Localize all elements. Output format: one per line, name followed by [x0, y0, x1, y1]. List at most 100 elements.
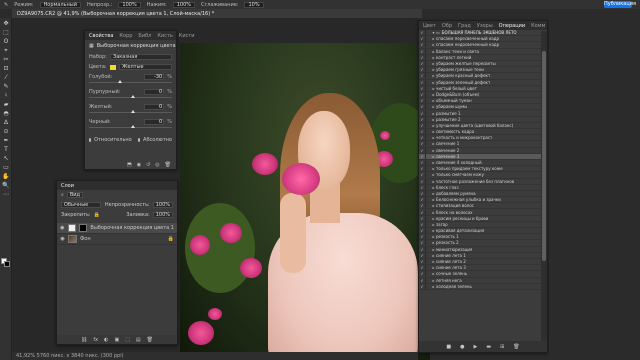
lasso-tool-icon[interactable]: ʘ	[2, 38, 10, 45]
history-brush-icon[interactable]: ◓	[2, 110, 10, 117]
eraser-tool-icon[interactable]: ∆	[2, 119, 10, 126]
opacity-field[interactable]: 100%	[152, 202, 173, 208]
smooth-field[interactable]: 10%	[244, 1, 264, 8]
mask-icon[interactable]: ◐	[104, 337, 108, 343]
color-slider[interactable]	[89, 110, 172, 113]
view-previous-icon[interactable]: ◉	[137, 162, 141, 168]
marquee-tool-icon[interactable]: ⬚	[2, 29, 10, 36]
color-slider[interactable]	[89, 95, 172, 98]
eyedropper-tool-icon[interactable]: ⁄	[2, 74, 10, 81]
color-slider[interactable]	[89, 80, 172, 83]
action-name: сияние лета 1	[436, 252, 466, 258]
visibility-icon[interactable]: ◎	[155, 162, 159, 168]
action-name: свечение 2	[436, 147, 460, 153]
slider-knob[interactable]	[118, 80, 123, 83]
pen-tool-icon[interactable]: T	[2, 146, 10, 153]
layer-row[interactable]: ◉ Фон 🔒	[57, 234, 177, 245]
zoom-tool-icon[interactable]: ⋯	[2, 191, 10, 198]
slider-label: Желтый:	[89, 104, 113, 110]
slider-value-field[interactable]: 0	[144, 104, 165, 110]
reset-icon[interactable]: ↺	[146, 162, 150, 168]
rectangle-tool-icon[interactable]: ✋	[2, 173, 10, 180]
record-icon[interactable]: ●	[460, 344, 464, 350]
mask-thumbnail[interactable]	[78, 224, 88, 232]
brush-tool-icon[interactable]: ♮	[2, 92, 10, 99]
new-action-icon[interactable]: ⊞	[500, 344, 504, 350]
tab-1[interactable]: Обр	[442, 23, 452, 29]
frame-tool-icon[interactable]: ⊡	[2, 65, 10, 72]
photo-canvas[interactable]	[180, 43, 430, 360]
slider-value-field[interactable]: 0	[144, 119, 165, 125]
tab-3[interactable]: Узоры	[477, 23, 493, 29]
link-icon[interactable]: ⛓	[81, 337, 87, 343]
clip-icon[interactable]: ⬒	[127, 162, 132, 168]
eye-icon[interactable]: ◉	[60, 236, 65, 242]
play-icon[interactable]: ▶	[473, 344, 477, 350]
flow-field[interactable]: 100%	[172, 1, 196, 8]
slider-knob[interactable]	[130, 95, 135, 98]
relative-radio[interactable]	[89, 138, 92, 142]
tab-corrections[interactable]: Корр	[119, 33, 132, 39]
slider-knob[interactable]	[130, 125, 135, 128]
color-slider[interactable]	[89, 125, 172, 128]
move-tool-icon[interactable]: ✥	[2, 20, 10, 27]
tab-libraries[interactable]: Библ	[138, 33, 151, 39]
relative-label: Относительно	[94, 137, 132, 143]
slider-value-field[interactable]: 0	[144, 89, 165, 95]
layer-row[interactable]: ◉ Выборочная коррекция цвета 1	[57, 223, 177, 234]
mode-select[interactable]: Нормальный	[39, 1, 81, 8]
share-button[interactable]: Публикация	[604, 1, 636, 8]
trash-icon[interactable]: 🗑	[165, 162, 171, 168]
actions-scrollbar[interactable]	[541, 31, 547, 341]
background-color-swatch[interactable]	[4, 261, 10, 267]
lock-icon[interactable]: 🔒	[94, 212, 100, 218]
dodge-tool-icon[interactable]: ✒	[2, 137, 10, 144]
healing-brush-icon[interactable]: ✎	[2, 83, 10, 90]
new-layer-icon[interactable]: ▤	[136, 337, 141, 343]
brush-tool-icon[interactable]: ✎	[4, 2, 8, 8]
opacity-field[interactable]: 100%	[118, 1, 141, 8]
peony-flower	[190, 235, 210, 255]
action-name: холодная зелень	[436, 283, 472, 289]
lock-label: Закрепить:	[61, 212, 91, 218]
slider-value-field[interactable]: -30	[144, 74, 165, 80]
layers-panel: Слои ⌕ Вид Обычные Непрозрачность: 100% …	[56, 180, 178, 345]
absolute-radio[interactable]	[137, 138, 141, 142]
preset-select[interactable]: Заказная	[110, 54, 172, 60]
stop-icon[interactable]: ■	[446, 344, 451, 350]
folder-icon[interactable]: ⬚	[125, 337, 130, 343]
tab-brush[interactable]: Кисть	[157, 33, 172, 39]
blend-mode-select[interactable]: Обычные	[61, 202, 101, 208]
action-name: красим ресницы и брови	[436, 215, 489, 221]
fill-field[interactable]: 100%	[152, 212, 173, 218]
crop-tool-icon[interactable]: ✂	[2, 56, 10, 63]
tab-2[interactable]: Град	[458, 23, 471, 29]
hand-tool-icon[interactable]: 🔍	[2, 182, 10, 189]
scroll-thumb[interactable]	[542, 51, 546, 261]
path-select-icon[interactable]: ▭	[2, 164, 10, 171]
adjustment-icon[interactable]: ▣	[114, 337, 119, 343]
tab-0[interactable]: Цвет	[423, 23, 436, 29]
eye-icon[interactable]: ◉	[60, 225, 65, 231]
action-name: размытие 2	[436, 116, 461, 122]
tab-properties[interactable]: Свойства	[89, 33, 113, 39]
slider-knob[interactable]	[130, 110, 135, 113]
trash-icon[interactable]: 🗑	[513, 344, 519, 350]
action-name: свечение 3	[436, 153, 460, 159]
fx-icon[interactable]: fx	[93, 337, 98, 343]
action-item[interactable]: ✓ ▸ холодная зелень	[419, 283, 541, 290]
tools-panel: ✥ ⬚ ʘ ⌖ ✂ ⊡ ⁄ ✎ ♮ ▰ ◓ ∆ ⊙ ✒ T ↖ ▭ ✋ 🔍 ⋯	[0, 18, 12, 360]
tab-4[interactable]: Операции	[499, 23, 525, 29]
type-tool-icon[interactable]: ↖	[2, 155, 10, 162]
document-tab[interactable]: DZ9A9075.CR2 @ 41,9% (Выборочная коррекц…	[12, 10, 220, 17]
tab-brushes[interactable]: Кисти	[179, 33, 195, 39]
gradient-tool-icon[interactable]: ⊙	[2, 128, 10, 135]
new-set-icon[interactable]: ▬	[486, 344, 491, 350]
stamp-tool-icon[interactable]: ▰	[2, 101, 10, 108]
quick-select-tool-icon[interactable]: ⌖	[2, 47, 10, 54]
layer-kind-select[interactable]: Вид	[66, 192, 83, 198]
trash-icon[interactable]: 🗑	[147, 337, 153, 343]
colors-select[interactable]: Желтые	[119, 64, 172, 70]
tab-layers[interactable]: Слои	[61, 183, 74, 189]
tab-5[interactable]: Комм	[531, 23, 545, 29]
